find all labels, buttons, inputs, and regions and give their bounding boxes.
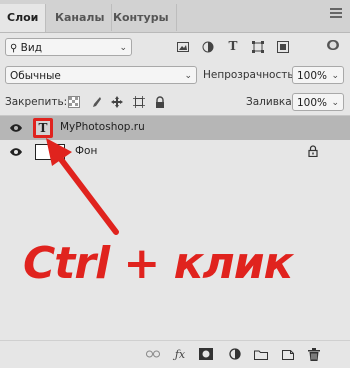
adjustment-layer-icon[interactable] [228,347,242,361]
trash-icon[interactable] [307,347,321,361]
annotation-arrow [46,138,119,235]
layer-style-fx-icon[interactable]: ƒx [173,347,187,361]
add-mask-icon[interactable] [199,347,213,361]
link-layers-icon[interactable] [146,347,160,361]
new-layer-icon[interactable] [281,347,295,361]
layers-bottom-toolbar: ƒx [0,340,350,368]
annotation-text: Ctrl + клик [23,238,293,289]
new-group-icon[interactable] [254,347,268,361]
